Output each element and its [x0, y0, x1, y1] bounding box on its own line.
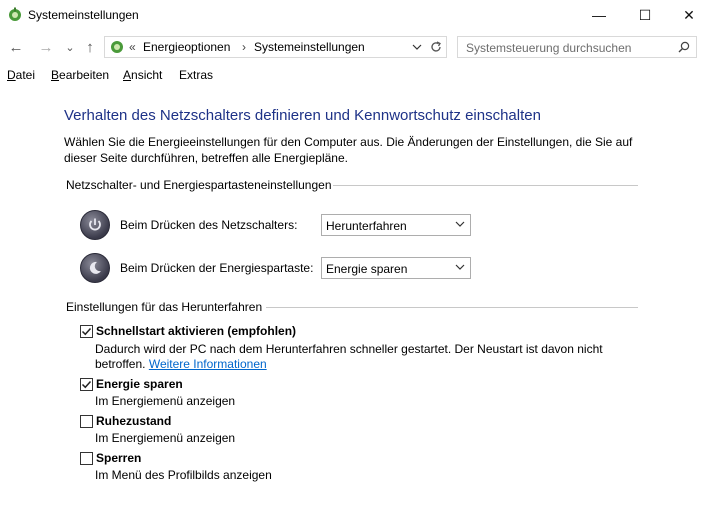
- section-divider: [266, 307, 638, 308]
- page-description: Wählen Sie die Energieeinstellungen für …: [64, 135, 633, 165]
- checkmark-icon: [81, 327, 92, 336]
- sleep-description: Im Energiemenü anzeigen: [95, 394, 236, 408]
- control-panel-icon: [111, 41, 123, 53]
- fast-startup-description: Dadurch wird der PC nach dem Herunterfah…: [95, 342, 603, 371]
- forward-button[interactable]: →: [36, 37, 56, 57]
- address-row: ← → ⌄ ↑ « Energieoptionen › Systemeinste…: [0, 31, 714, 63]
- search-icon[interactable]: [678, 41, 690, 53]
- breadcrumb-energieoptionen[interactable]: Energieoptionen: [143, 40, 230, 54]
- menu-bearbeiten[interactable]: Bearbeiten: [51, 68, 109, 82]
- up-button[interactable]: ↑: [80, 37, 100, 57]
- minimize-button[interactable]: —: [576, 0, 622, 30]
- power-button-action-value: Herunterfahren: [326, 219, 407, 233]
- fast-startup-checkbox[interactable]: [80, 325, 93, 338]
- sleep-button-label: Beim Drücken der Energiespartaste:: [120, 261, 314, 275]
- back-button[interactable]: ←: [6, 37, 26, 57]
- power-section-title: Netzschalter- und Energiespartasteneinst…: [66, 178, 332, 192]
- breadcrumb-overflow[interactable]: «: [129, 40, 136, 54]
- breadcrumb-separator: ›: [242, 40, 246, 54]
- checkmark-icon: [81, 380, 92, 389]
- hibernate-label[interactable]: Ruhezustand: [96, 414, 171, 428]
- hibernate-checkbox[interactable]: [80, 415, 93, 428]
- menu-datei[interactable]: Datei: [7, 68, 35, 82]
- chevron-down-icon: [455, 221, 465, 227]
- section-divider: [333, 185, 638, 186]
- fast-startup-label[interactable]: Schnellstart aktivieren (empfohlen): [96, 324, 296, 338]
- page-title: Verhalten des Netzschalters definieren u…: [64, 107, 541, 124]
- more-info-link[interactable]: Weitere Informationen: [149, 357, 267, 371]
- lock-checkbox[interactable]: [80, 452, 93, 465]
- chevron-down-icon: [455, 264, 465, 270]
- chevron-down-icon[interactable]: [412, 42, 422, 52]
- power-button-icon: [80, 210, 110, 240]
- lock-label[interactable]: Sperren: [96, 451, 141, 465]
- search-input[interactable]: Systemsteuerung durchsuchen: [457, 36, 697, 58]
- control-panel-icon: [9, 7, 21, 21]
- menu-bar: Datei Bearbeiten Ansicht Extras: [0, 63, 714, 87]
- search-placeholder: Systemsteuerung durchsuchen: [466, 41, 632, 55]
- lock-description: Im Menü des Profilbilds anzeigen: [95, 468, 272, 482]
- window-title: Systemeinstellungen: [28, 8, 139, 22]
- sleep-checkbox[interactable]: [80, 378, 93, 391]
- close-button[interactable]: ✕: [666, 0, 712, 30]
- shutdown-section-title: Einstellungen für das Herunterfahren: [66, 300, 263, 314]
- sleep-button-icon: [80, 253, 110, 283]
- address-bar[interactable]: « Energieoptionen › Systemeinstellungen: [104, 36, 447, 58]
- menu-ansicht[interactable]: Ansicht: [123, 68, 162, 82]
- sleep-label[interactable]: Energie sparen: [96, 377, 183, 391]
- refresh-icon[interactable]: [429, 40, 443, 54]
- maximize-button[interactable]: ☐: [622, 0, 668, 30]
- recent-locations-button[interactable]: ⌄: [60, 37, 80, 57]
- sleep-button-action-value: Energie sparen: [326, 262, 408, 276]
- hibernate-description: Im Energiemenü anzeigen: [95, 431, 236, 445]
- breadcrumb-systemeinstellungen[interactable]: Systemeinstellungen: [254, 40, 365, 54]
- title-bar: Systemeinstellungen — ☐ ✕: [0, 0, 714, 31]
- power-button-label: Beim Drücken des Netzschalters:: [120, 218, 298, 232]
- sleep-button-action-select[interactable]: Energie sparen: [321, 257, 471, 279]
- menu-extras[interactable]: Extras: [179, 68, 213, 82]
- power-button-action-select[interactable]: Herunterfahren: [321, 214, 471, 236]
